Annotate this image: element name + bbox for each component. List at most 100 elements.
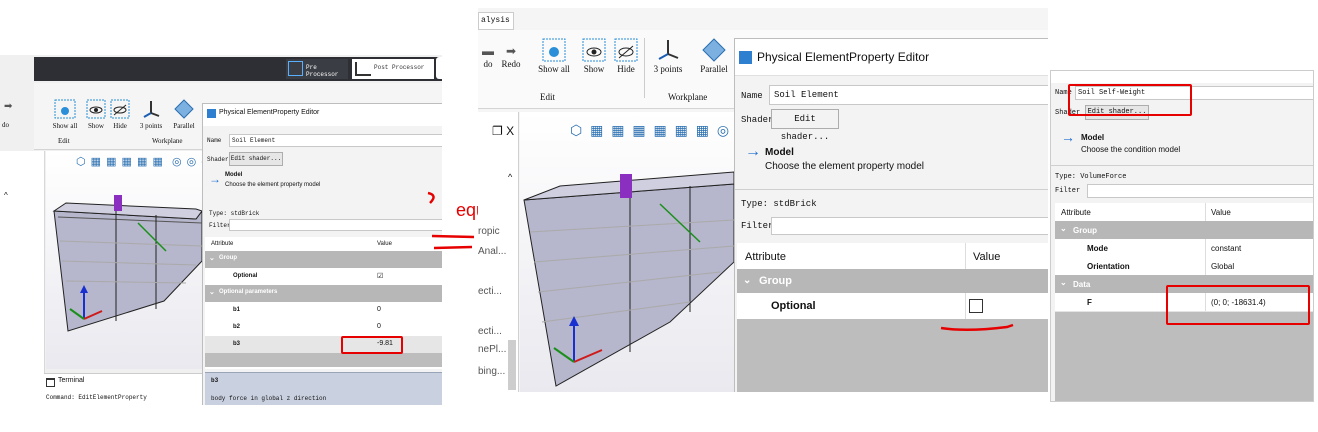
name-field[interactable]: Soil Element: [229, 134, 442, 147]
attribute-label: Mode: [1087, 244, 1108, 253]
show-button-2[interactable]: Show: [578, 38, 610, 75]
edit-shader-label-2: Edit shader...: [780, 114, 830, 142]
edit-shader-button[interactable]: Edit shader...: [229, 152, 283, 166]
table-row[interactable]: b3 -9.81: [205, 336, 442, 354]
app-icon-2: [739, 51, 752, 64]
redo-label: Redo: [501, 59, 521, 69]
mesh-view-2: [523, 171, 734, 387]
table-row[interactable]: b2 0: [205, 319, 442, 337]
tree-item[interactable]: ecti...: [478, 286, 502, 297]
model-title-3: Model: [1081, 133, 1105, 142]
description-pane: b3 body force in global z direction: [205, 372, 442, 405]
viewport-toolbar: ⬡ ▦ ▦ ▦ ▦ ▦ ◎ ◎ ◎: [76, 156, 212, 168]
attribute-value[interactable]: constant: [1211, 244, 1241, 253]
redo-arrow-icon: ➡: [505, 44, 517, 58]
red-underline-annotation: [940, 323, 1014, 332]
tree-item[interactable]: ecti...: [478, 326, 502, 337]
shader-label: Shader: [207, 156, 229, 163]
show-button[interactable]: Show: [84, 99, 108, 130]
optional-checkbox[interactable]: [969, 299, 983, 313]
three-points-button-2[interactable]: 3 points: [646, 38, 690, 75]
eye-grid-icon: [54, 99, 76, 119]
group-row[interactable]: ⌄ Optional parameters: [205, 285, 442, 302]
chevron-down-icon: ⌄: [1060, 278, 1067, 287]
table-header: Attribute Value: [205, 237, 442, 252]
tree-caret-icon: ^: [508, 172, 513, 182]
chevron-down-icon: ⌄: [743, 275, 752, 286]
table-row[interactable]: Optional ☑: [205, 268, 442, 286]
attribute-value[interactable]: Global: [1211, 262, 1234, 271]
terminal-icon: [46, 378, 55, 387]
ribbon-tab[interactable]: alysis: [478, 12, 514, 30]
window-controls[interactable]: ❐ X: [492, 124, 514, 138]
editor-title-bar: Physical ElementProperty Editor: [203, 104, 442, 124]
tree-item[interactable]: nePl...: [478, 344, 506, 355]
name-value: Soil Element: [232, 137, 276, 144]
eye-slash-icon: [110, 99, 130, 119]
filter-input-2[interactable]: [771, 217, 1048, 235]
filter-input[interactable]: [229, 219, 442, 231]
group-label: Group: [759, 275, 792, 287]
edit-shader-button-2[interactable]: Edit shader...: [771, 109, 839, 142]
description-text: body force in global z direction: [211, 395, 327, 402]
edit-group-label: Edit: [58, 137, 70, 145]
table-row-optional[interactable]: Optional: [737, 293, 1048, 319]
undo-button-2[interactable]: ▬ do: [478, 44, 498, 70]
undo-label-2: do: [483, 59, 493, 69]
attribute-value[interactable]: 0: [377, 323, 381, 330]
col-attribute-3: Attribute: [1061, 208, 1091, 217]
parallel-button[interactable]: Parallel: [170, 99, 198, 130]
group-row[interactable]: ⌄ Group: [205, 251, 442, 268]
undo-arrow-icon: ▬: [482, 44, 494, 58]
three-points-button[interactable]: 3 points: [134, 99, 168, 130]
editor-title-2: Physical ElementProperty Editor: [757, 50, 930, 64]
attribute-label: Optional: [233, 273, 258, 279]
attribute-value[interactable]: 0: [377, 306, 381, 313]
terminal-command: Command: EditElementProperty: [46, 394, 147, 401]
left-dock: [0, 151, 45, 405]
show-all-button-2[interactable]: Show all: [534, 38, 574, 75]
editor-title: Physical ElementProperty Editor: [219, 109, 320, 116]
element-property-editor-2: Physical ElementProperty Editor Name Soi…: [734, 38, 1048, 392]
hide-button[interactable]: Hide: [108, 99, 132, 130]
app-icon: [207, 109, 216, 118]
redo-button[interactable]: ➡ Redo: [498, 44, 524, 70]
filter-label: Filter: [209, 222, 231, 229]
highlight-name-field: [1068, 84, 1192, 116]
eye-slash-icon: [614, 38, 638, 62]
table-row[interactable]: b1 0: [205, 302, 442, 320]
pre-processor-button[interactable]: Pre Processor: [286, 59, 348, 79]
type-line-2: Type: stdBrick: [741, 199, 817, 209]
attribute-value[interactable]: ☑: [377, 272, 383, 280]
type-line: Type: stdBrick: [209, 210, 260, 217]
top-bar-edge: [436, 57, 442, 79]
hide-button-2[interactable]: Hide: [610, 38, 642, 75]
attribute-label: b3: [233, 341, 241, 347]
tree-item[interactable]: bing...: [478, 366, 505, 377]
eye-grid-icon: [542, 38, 566, 62]
filter-input-3[interactable]: [1087, 184, 1313, 198]
name-field-2[interactable]: Soil Element: [769, 85, 1048, 105]
tree-scrollbar[interactable]: [508, 340, 516, 390]
table-row[interactable]: Mode constant: [1055, 239, 1313, 258]
show-all-button[interactable]: Show all: [50, 99, 80, 130]
attribute-label: b2: [233, 324, 241, 330]
column-divider: [1205, 203, 1206, 221]
undo-label: do: [2, 121, 9, 129]
tree-item[interactable]: Anal...: [478, 246, 506, 257]
model-description: Choose the element property model: [225, 182, 321, 188]
parallel-button-2[interactable]: Parallel: [692, 38, 736, 75]
3d-viewport-2[interactable]: [520, 112, 734, 392]
highlight-b3-value: [341, 336, 403, 354]
three-points-label: 3 points: [139, 122, 163, 130]
post-processor-button[interactable]: Post Processor: [352, 59, 434, 79]
screenshot-panel-1: Pre Processor Post Processor ➡ do Show a…: [0, 55, 442, 405]
screenshot-panel-2: alysis ▬ do ➡ Redo Show all Show Hide 3 …: [478, 8, 1048, 392]
tree-item[interactable]: ropic: [478, 226, 500, 237]
table-row[interactable]: Orientation Global: [1055, 257, 1313, 276]
3d-viewport[interactable]: [46, 151, 202, 369]
optional-label: Optional: [771, 300, 816, 312]
group-row[interactable]: ⌄ Group: [1055, 221, 1313, 239]
ribbon-tab-label: alysis: [481, 16, 510, 25]
group-row[interactable]: ⌄ Group: [737, 269, 1048, 293]
